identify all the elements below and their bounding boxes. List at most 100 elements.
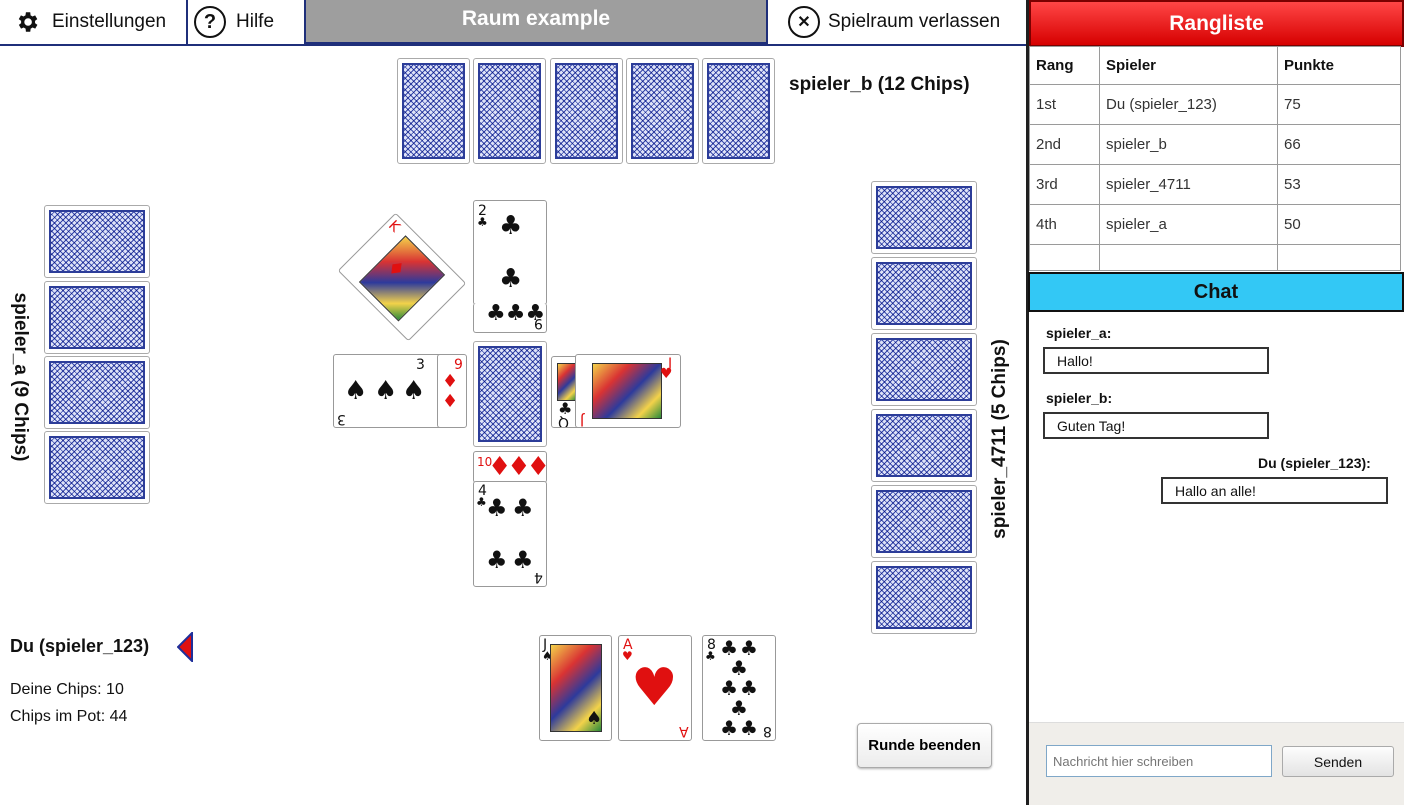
- card-rank: 3: [337, 411, 346, 427]
- points-cell: 75: [1277, 84, 1401, 125]
- card-back: [44, 431, 150, 504]
- card-back: [550, 58, 623, 164]
- chat-author: spieler_b:: [1046, 390, 1113, 406]
- card-rank: K: [385, 217, 403, 236]
- card-rank: 8: [763, 723, 772, 739]
- heart-icon: ♥: [660, 366, 673, 382]
- player-cell: spieler_4711: [1099, 164, 1278, 205]
- player-cell: Du (spieler_123): [1099, 84, 1278, 125]
- send-button[interactable]: Senden: [1282, 746, 1394, 777]
- points-cell: 50: [1277, 204, 1401, 245]
- card-rank: J: [580, 412, 585, 428]
- points-cell: 66: [1277, 124, 1401, 165]
- pot-chips: Chips im Pot: 44: [10, 708, 128, 725]
- card-back: [473, 58, 546, 164]
- diamond-icon: ♦: [442, 371, 459, 392]
- card-back: [626, 58, 699, 164]
- divider: [186, 0, 188, 44]
- spade-icon: ♠: [586, 708, 603, 729]
- card-back: [702, 58, 775, 164]
- card-back: [871, 333, 977, 406]
- club-icon: ♣: [512, 546, 534, 574]
- hand-card-jack-spades[interactable]: J ♠ ♠: [539, 635, 612, 741]
- points-cell: 53: [1277, 164, 1401, 205]
- club-icon: ♣: [486, 494, 508, 522]
- court-card-face: [358, 235, 446, 322]
- club-icon: ♣: [499, 264, 523, 294]
- leave-room-button[interactable]: ✕ Spielraum verlassen: [788, 0, 1028, 44]
- card-nine-clubs: ♣♣♣ 9: [473, 303, 547, 333]
- card-rank: 9: [534, 315, 543, 331]
- leave-room-label: Spielraum verlassen: [828, 11, 1001, 32]
- club-icon: ♣: [477, 215, 488, 229]
- spade-icon: ♠: [374, 376, 398, 406]
- court-card-face: [592, 363, 662, 419]
- card-three-spades: ♠ ♠ ♠ 3 3: [333, 354, 443, 428]
- card-back: [871, 485, 977, 558]
- card-back: [871, 561, 977, 634]
- table-header-row: Rang Spieler Punkte: [1029, 46, 1401, 85]
- card-ten-diamonds: 10 ♦♦♦: [473, 451, 547, 483]
- top-bar: Einstellungen ? Hilfe Raum example ✕ Spi…: [0, 0, 1030, 46]
- club-icon: ♣: [486, 546, 508, 574]
- table-row-empty: [1029, 244, 1401, 271]
- card-rank: 4: [534, 569, 543, 585]
- chat-author: Du (spieler_123):: [1258, 455, 1371, 471]
- my-chips: Deine Chips: 10: [10, 681, 124, 698]
- card-back: [871, 409, 977, 482]
- rank-cell: 1st: [1029, 84, 1100, 125]
- card-back: [397, 58, 470, 164]
- opponent-top-label: spieler_b (12 Chips): [789, 74, 970, 95]
- card-back: [871, 181, 977, 254]
- heart-icon: ♥: [631, 658, 678, 718]
- chat-input[interactable]: [1046, 745, 1272, 777]
- opponent-left-label: spieler_a (9 Chips): [10, 292, 31, 462]
- diamond-icon: ♦♦♦: [488, 452, 546, 482]
- card-rank: 3: [416, 357, 425, 373]
- opponent-right-label: spieler_4711 (5 Chips): [989, 339, 1010, 539]
- club-icon: ♣: [499, 211, 523, 241]
- chat-title: Chat: [1028, 272, 1404, 312]
- rank-cell: 4th: [1029, 204, 1100, 245]
- table-row: 4th spieler_a 50: [1029, 204, 1401, 245]
- court-card-face: [557, 363, 577, 401]
- settings-label: Einstellungen: [52, 11, 167, 32]
- hand-card-eight-clubs[interactable]: 8 ♣ ♣♣ ♣ ♣♣ ♣ ♣♣ 8: [702, 635, 776, 741]
- player-cell: spieler_a: [1099, 204, 1278, 245]
- end-round-button[interactable]: Runde beenden: [857, 723, 992, 768]
- card-king-diamonds: K ♦: [337, 212, 467, 342]
- player-cell: spieler_b: [1099, 124, 1278, 165]
- card-two-clubs: 2 ♣ ♣ ♣: [473, 200, 547, 305]
- table-row: 1st Du (spieler_123) 75: [1029, 84, 1401, 125]
- club-pips: ♣♣ ♣ ♣♣ ♣ ♣♣: [720, 636, 760, 740]
- room-title: Raum example: [304, 0, 768, 44]
- rank-cell: 2nd: [1029, 124, 1100, 165]
- card-back: [44, 281, 150, 354]
- card-back: [871, 257, 977, 330]
- card-nine-diamonds: 9 ♦ ♦: [437, 354, 467, 428]
- hand-card-ace-hearts[interactable]: A ♥ ♥ A: [618, 635, 692, 741]
- card-back: [44, 356, 150, 429]
- chat-author: spieler_a:: [1046, 325, 1112, 341]
- help-button[interactable]: ? Hilfe: [194, 0, 302, 44]
- turn-indicator-icon: [177, 632, 193, 662]
- chat-message: Hallo!: [1043, 347, 1269, 374]
- table-row: 3rd spieler_4711 53: [1029, 164, 1401, 205]
- spade-icon: ♠: [344, 376, 368, 406]
- settings-button[interactable]: Einstellungen: [0, 0, 186, 44]
- card-rank: Q: [558, 414, 570, 428]
- question-icon: ?: [194, 6, 226, 38]
- diamond-icon: ♦: [442, 391, 459, 412]
- table-row: 2nd spieler_b 66: [1029, 124, 1401, 165]
- chat-message: Hallo an alle!: [1161, 477, 1388, 504]
- column-header-rank: Rang: [1029, 46, 1100, 85]
- close-icon: ✕: [788, 6, 820, 38]
- club-icon: ♣: [512, 494, 534, 522]
- card-rank: 9: [454, 357, 463, 373]
- card-back: [44, 205, 150, 278]
- leaderboard-title: Rangliste: [1029, 0, 1404, 47]
- spade-icon: ♠: [402, 376, 426, 406]
- card-jack-hearts: J ♥ J: [575, 354, 681, 428]
- column-header-player: Spieler: [1099, 46, 1278, 85]
- rank-cell: 3rd: [1029, 164, 1100, 205]
